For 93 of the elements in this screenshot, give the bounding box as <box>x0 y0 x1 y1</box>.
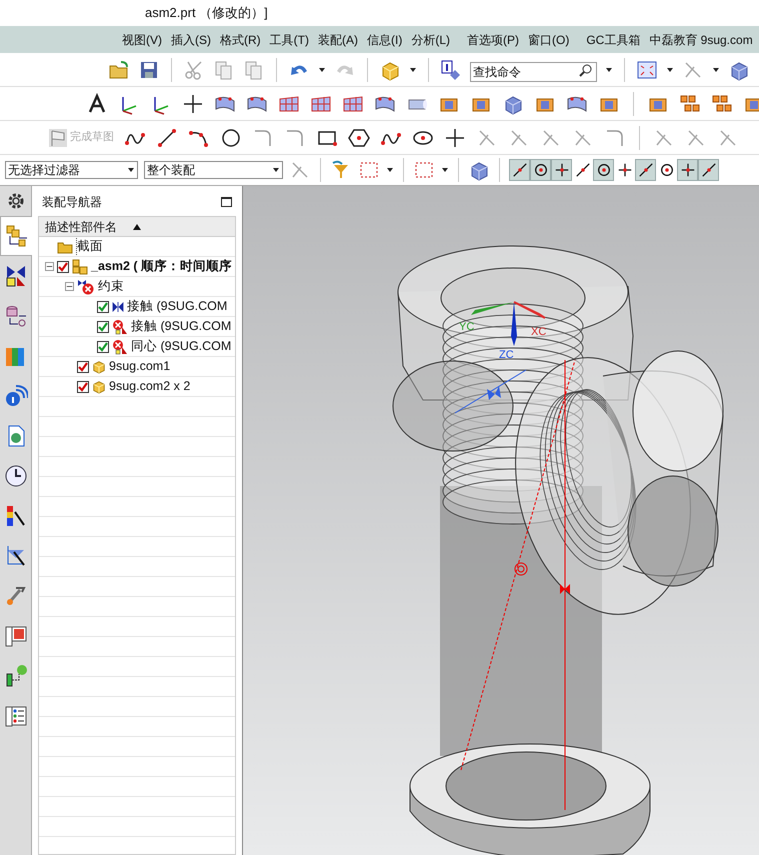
checkbox[interactable] <box>57 260 69 272</box>
menu-item[interactable]: 装配(A) <box>318 30 358 48</box>
tree-item-label[interactable]: 接触 (9SUG.COM <box>131 317 232 336</box>
asm-icon <box>5 224 29 248</box>
circle-tool-icon[interactable] <box>220 126 242 148</box>
snap-icon <box>700 162 716 178</box>
fit-view-icon[interactable] <box>636 58 658 80</box>
checkbox[interactable] <box>77 360 89 372</box>
snap-icon <box>574 162 590 178</box>
dropdown-caret-icon[interactable] <box>409 66 417 74</box>
boxes-tool-icon[interactable] <box>679 92 701 114</box>
checkbox[interactable] <box>77 380 89 392</box>
constraint-error-icon <box>112 338 128 354</box>
snap-icon <box>596 162 612 178</box>
menu-item[interactable]: 首选项(P) <box>467 30 519 48</box>
snap-icon <box>680 162 696 178</box>
clock-icon <box>4 464 28 488</box>
hex-tool-icon[interactable] <box>348 126 370 148</box>
cube-icon <box>92 360 106 374</box>
snap-toggle-button[interactable] <box>530 159 551 181</box>
part-db-icon <box>4 304 28 328</box>
menu-item[interactable]: 信息(I) <box>367 30 402 48</box>
snap-icon <box>616 162 632 178</box>
axis-label: ZC <box>499 349 514 361</box>
folder-tool-icon[interactable] <box>108 58 130 80</box>
menu-item[interactable]: 工具(T) <box>270 30 309 48</box>
tree-item-label[interactable]: 9sug.com1 <box>109 357 170 376</box>
menu-item[interactable]: 插入(S) <box>171 30 211 48</box>
dropdown-caret-icon[interactable] <box>127 166 135 174</box>
dropdown-caret-icon[interactable] <box>712 66 720 74</box>
snap-toggle-button[interactable] <box>677 159 698 181</box>
menu-item[interactable]: 格式(R) <box>220 30 261 48</box>
template-icon <box>4 624 28 648</box>
info-icon <box>4 384 28 408</box>
menu-item[interactable]: 分析(L) <box>411 30 450 48</box>
snap-icon <box>532 162 548 178</box>
constraint-error-icon <box>112 318 128 334</box>
snap-icon <box>658 162 674 178</box>
export-icon <box>4 664 28 688</box>
menu-item[interactable]: GC工具箱 <box>586 30 640 48</box>
panel-title: 装配导航器 <box>42 194 102 211</box>
list-icon <box>4 704 28 728</box>
column-header[interactable]: 描述性部件名 <box>39 217 235 237</box>
plus-tool-icon[interactable] <box>444 126 466 148</box>
axis-label: YC <box>459 321 474 333</box>
graphics-viewport[interactable]: YC XC ZC <box>243 186 759 855</box>
snap-icon <box>638 162 654 178</box>
boxes-tool-icon[interactable] <box>711 92 733 114</box>
snap-toggle-button[interactable] <box>509 159 530 181</box>
collapse-icon[interactable] <box>65 282 74 291</box>
menu-item[interactable]: 视图(V) <box>122 30 162 48</box>
flag-icon <box>48 128 68 148</box>
axis-label: XC <box>531 326 546 338</box>
dropdown-caret-icon[interactable] <box>386 166 394 174</box>
menu-item[interactable]: 中磊教育 9sug.com <box>649 30 753 48</box>
plus-tool-icon[interactable] <box>182 92 204 114</box>
dropdown-caret-icon[interactable] <box>605 66 613 74</box>
snap-toggle-button[interactable] <box>593 159 614 181</box>
checkbox[interactable] <box>97 340 109 352</box>
snap-icon <box>512 162 528 178</box>
checkbox[interactable] <box>97 300 109 312</box>
collapse-icon[interactable] <box>45 262 54 271</box>
dropdown-caret-icon[interactable] <box>666 66 674 74</box>
folder-icon <box>57 240 73 254</box>
cube-icon <box>92 380 106 394</box>
tree-item-label[interactable]: _asm2 ( 顺序：时间顺序 <box>91 257 232 276</box>
constraint-icon <box>4 264 28 288</box>
command-search-field[interactable]: 查找命令 <box>470 62 597 82</box>
dropdown-caret-icon[interactable] <box>318 66 326 74</box>
stacked-cubes-icon <box>72 258 88 274</box>
text-tool-icon[interactable] <box>86 92 108 114</box>
tree-item-label[interactable]: 9sug.com2 x 2 <box>109 377 190 396</box>
checkbox[interactable] <box>97 320 109 332</box>
snap-toggle-button[interactable] <box>551 159 572 181</box>
tree-item-label[interactable]: 约束 <box>98 277 124 296</box>
dropdown-caret-icon[interactable] <box>441 166 449 174</box>
assembly-scope-dropdown[interactable]: 整个装配 <box>144 161 283 179</box>
tree-item-label[interactable]: 同心 (9SUG.COM <box>131 337 232 356</box>
window-title: asm2.prt （修改的）] <box>145 4 268 22</box>
line-tool-icon[interactable] <box>156 126 178 148</box>
snap-icon <box>554 162 570 178</box>
maximize-icon[interactable] <box>221 197 232 207</box>
selection-filter-dropdown[interactable]: 无选择过滤器 <box>5 161 138 179</box>
dropdown-caret-icon[interactable] <box>272 166 280 174</box>
snap-toggle-button[interactable] <box>635 159 656 181</box>
touch-constraint-icon <box>112 302 124 312</box>
search-icon[interactable] <box>579 62 593 76</box>
menu-item[interactable]: 窗口(O) <box>528 30 570 48</box>
info-icon[interactable] <box>440 58 462 80</box>
sort-icon[interactable] <box>133 224 141 230</box>
constraint-error-icon <box>77 278 95 294</box>
snap-toggle-button[interactable] <box>698 159 719 181</box>
tree-item-label[interactable]: 接触 (9SUG.COM <box>127 297 228 316</box>
